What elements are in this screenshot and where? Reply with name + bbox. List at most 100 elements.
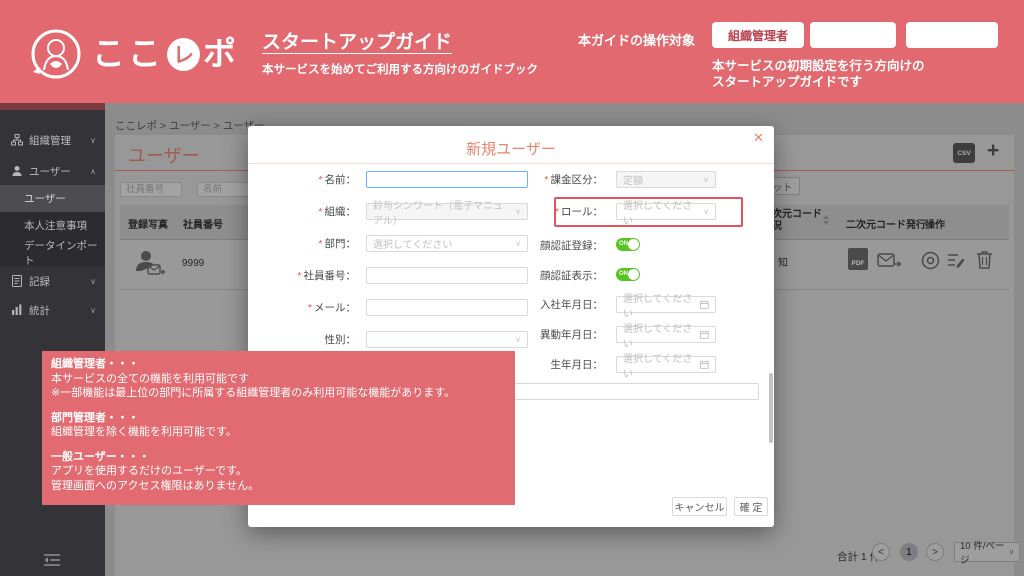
user-icon	[11, 165, 23, 177]
callout-line: 本サービスの全ての機能を利用可能です	[51, 372, 506, 387]
pdf-download-icon[interactable]: PDF	[848, 248, 868, 270]
billing-type-select[interactable]: 定額 ∨	[616, 171, 716, 188]
calendar-icon	[700, 300, 709, 309]
cell-qr-status: 知	[778, 254, 788, 269]
pagination-next-button[interactable]: >	[926, 543, 944, 561]
modal-scrollbar-thumb[interactable]	[769, 373, 773, 443]
label-face-auth-register: 顔認証登録：	[503, 240, 603, 252]
face-auth-register-toggle[interactable]: ON	[616, 238, 640, 251]
callout-heading: 一般ユーザー・・・	[51, 450, 506, 465]
sidebar-item-org-management[interactable]: 組織管理 ∨	[0, 126, 105, 154]
department-placeholder: 選択してください	[373, 236, 452, 251]
callout-section-general-user: 一般ユーザー・・・ アプリを使用するだけのユーザーです。 管理画面へのアクセス権…	[51, 450, 506, 494]
delete-trash-icon[interactable]	[976, 250, 993, 269]
label-role: *ロール：	[503, 206, 603, 218]
add-user-plus-icon[interactable]: +	[987, 139, 999, 163]
label-transfer-date: 異動年月日：	[503, 329, 603, 341]
sidebar-subitem-personal-notes[interactable]: 本人注意事項	[0, 212, 105, 239]
sidebar-item-records[interactable]: 記録 ∨	[0, 267, 105, 295]
callout-heading: 組織管理者・・・	[51, 357, 506, 372]
transfer-date-placeholder: 選択してください	[623, 320, 700, 350]
modal-title-divider	[248, 163, 774, 164]
column-header-photo: 登録写真	[128, 216, 168, 231]
callout-line: 組織管理を除く機能を利用可能です。	[51, 425, 506, 440]
birth-date-picker[interactable]: 選択してください	[616, 356, 716, 373]
target-badge-2	[810, 22, 896, 48]
sidebar-item-user[interactable]: ユーザー ∧	[0, 157, 105, 185]
sidebar-collapse-icon[interactable]	[44, 553, 60, 567]
required-asterisk: *	[555, 206, 559, 218]
toggle-on-label: ON	[619, 271, 628, 278]
guide-description-line2: スタートアップガイドです	[712, 71, 862, 90]
required-asterisk: *	[318, 174, 322, 186]
callout-section-org-admin: 組織管理者・・・ 本サービスの全ての機能を利用可能です ※一部機能は最上位の部門…	[51, 357, 506, 401]
chevron-down-icon: ∨	[90, 306, 96, 315]
role-placeholder: 選択してください	[623, 197, 699, 227]
confirm-button[interactable]: 確 定	[734, 497, 768, 516]
guide-subtitle: 本サービスを始めてご利用する方向けのガイドブック	[262, 61, 538, 77]
target-badge-org-admin: 組織管理者	[712, 22, 804, 48]
org-chart-icon	[11, 134, 23, 146]
face-auth-display-toggle[interactable]: ON	[616, 268, 640, 281]
calendar-icon	[700, 360, 709, 369]
label-employee-no: *社員番号：	[256, 270, 356, 282]
sidebar-subitem-label: 本人注意事項	[24, 218, 87, 233]
pagination-current-page[interactable]: 1	[900, 543, 918, 561]
csv-export-icon[interactable]: CSV	[953, 143, 975, 163]
breadcrumb[interactable]: ここレポ > ユーザー > ユーザー	[115, 118, 265, 133]
label-gender: 性別：	[256, 334, 356, 346]
organization-value: 鈴与シンワート（電子マニュアル）	[373, 197, 511, 227]
label-birth-date: 生年月日：	[503, 359, 603, 371]
label-face-auth-display: 顔認証表示：	[503, 270, 603, 282]
logo-text-1: ここ	[92, 28, 164, 80]
sidebar: 組織管理 ∨ ユーザー ∧ ユーザー 本人注意事項 データインポート	[0, 103, 105, 576]
label-hire-date: 入社年月日：	[503, 299, 603, 311]
transfer-date-picker[interactable]: 選択してください	[616, 326, 716, 343]
callout-heading: 部門管理者・・・	[51, 411, 506, 426]
sidebar-submenu: ユーザー 本人注意事項 データインポート	[0, 185, 105, 266]
pagination-prev-button[interactable]: <	[872, 543, 890, 561]
sidebar-top-strip	[0, 103, 105, 110]
chevron-down-icon: ∨	[90, 277, 96, 286]
toggle-knob	[628, 239, 639, 250]
app-logo: ここ レ ポ	[30, 28, 239, 80]
cancel-button[interactable]: キャンセル	[672, 497, 727, 516]
sidebar-item-label: 記録	[29, 274, 50, 289]
label-billing-type: *課金区分：	[503, 174, 603, 186]
label-email: *メール：	[256, 302, 356, 314]
page-size-select[interactable]: 10 件/ページ ∨	[954, 542, 1020, 562]
birth-date-placeholder: 選択してください	[623, 350, 700, 380]
chevron-up-icon: ∧	[90, 167, 96, 176]
toggle-knob	[628, 269, 639, 280]
chevron-down-icon: ∨	[703, 207, 709, 216]
sort-icon[interactable]	[823, 215, 830, 225]
view-eye-icon[interactable]	[921, 251, 940, 270]
logo-text-2: ポ	[203, 28, 239, 80]
label-name: *名前：	[256, 174, 356, 186]
bar-chart-icon	[11, 304, 23, 316]
required-asterisk: *	[318, 238, 322, 250]
required-asterisk: *	[297, 270, 301, 282]
sidebar-subitem-user[interactable]: ユーザー	[0, 185, 105, 212]
callout-line: アプリを使用するだけのユーザーです。	[51, 464, 506, 479]
target-badge-3	[906, 22, 998, 48]
send-mail-icon[interactable]	[877, 253, 901, 269]
calendar-icon	[700, 330, 709, 339]
role-select[interactable]: 選択してください ∨	[616, 203, 716, 220]
sidebar-subitem-label: データインポート	[24, 238, 105, 268]
sidebar-subitem-data-import[interactable]: データインポート	[0, 239, 105, 266]
search-employee-no-input[interactable]	[120, 182, 182, 197]
sidebar-item-label: ユーザー	[29, 164, 71, 179]
column-header-employee-no: 社員番号	[183, 216, 223, 231]
sidebar-item-statistics[interactable]: 統計 ∨	[0, 296, 105, 324]
edit-icon[interactable]	[947, 252, 965, 269]
mascot-icon	[30, 28, 82, 80]
page-size-value: 10 件/ページ	[960, 538, 1009, 566]
callout-line: ※一部機能は最上位の部門に所属する組織管理者のみ利用可能な機能があります。	[51, 386, 506, 401]
hire-date-placeholder: 選択してください	[623, 290, 700, 320]
sidebar-item-label: 統計	[29, 303, 50, 318]
required-asterisk: *	[544, 174, 548, 186]
callout-section-dept-admin: 部門管理者・・・ 組織管理を除く機能を利用可能です。	[51, 411, 506, 440]
hire-date-picker[interactable]: 選択してください	[616, 296, 716, 313]
required-asterisk: *	[308, 302, 312, 314]
